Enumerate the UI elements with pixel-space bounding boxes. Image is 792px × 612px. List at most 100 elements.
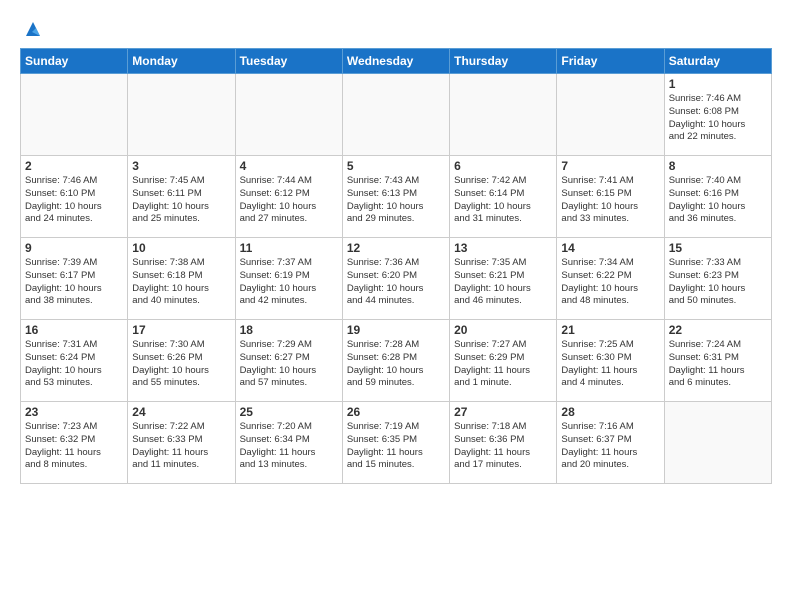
day-info: Sunrise: 7:30 AM Sunset: 6:26 PM Dayligh… bbox=[132, 339, 230, 390]
calendar-cell: 12 Sunrise: 7:36 AM Sunset: 6:20 PM Dayli… bbox=[342, 238, 449, 320]
day-info: Sunrise: 7:27 AM Sunset: 6:29 PM Dayligh… bbox=[454, 339, 552, 390]
calendar-cell bbox=[235, 74, 342, 156]
calendar-cell: 13 Sunrise: 7:35 AM Sunset: 6:21 PM Dayli… bbox=[450, 238, 557, 320]
logo-icon bbox=[22, 18, 44, 40]
calendar-cell: 9 Sunrise: 7:39 AM Sunset: 6:17 PM Daylig… bbox=[21, 238, 128, 320]
day-number: 4 bbox=[240, 159, 338, 173]
weekday-header-row: SundayMondayTuesdayWednesdayThursdayFrid… bbox=[21, 49, 772, 74]
calendar-cell: 10 Sunrise: 7:38 AM Sunset: 6:18 PM Dayli… bbox=[128, 238, 235, 320]
calendar-cell: 3 Sunrise: 7:45 AM Sunset: 6:11 PM Daylig… bbox=[128, 156, 235, 238]
weekday-tuesday: Tuesday bbox=[235, 49, 342, 74]
day-number: 19 bbox=[347, 323, 445, 337]
calendar-cell: 18Sunrise: 7:29 AM Sunset: 6:27 PM Dayli… bbox=[235, 320, 342, 402]
day-info: Sunrise: 7:23 AM Sunset: 6:32 PM Dayligh… bbox=[25, 421, 123, 472]
calendar-cell bbox=[557, 74, 664, 156]
weekday-monday: Monday bbox=[128, 49, 235, 74]
day-number: 18 bbox=[240, 323, 338, 337]
day-number: 22 bbox=[669, 323, 767, 337]
calendar-cell: 25 Sunrise: 7:20 AM Sunset: 6:34 PM Dayli… bbox=[235, 402, 342, 484]
day-info: Sunrise: 7:46 AM Sunset: 6:08 PM Dayligh… bbox=[669, 93, 767, 144]
day-info: Sunrise: 7:43 AM Sunset: 6:13 PM Dayligh… bbox=[347, 175, 445, 226]
day-number: 5 bbox=[347, 159, 445, 173]
day-info: Sunrise: 7:20 AM Sunset: 6:34 PM Dayligh… bbox=[240, 421, 338, 472]
calendar-cell: 23 Sunrise: 7:23 AM Sunset: 6:32 PM Dayli… bbox=[21, 402, 128, 484]
calendar-cell: 7 Sunrise: 7:41 AM Sunset: 6:15 PM Daylig… bbox=[557, 156, 664, 238]
day-number: 23 bbox=[25, 405, 123, 419]
day-info: Sunrise: 7:46 AM Sunset: 6:10 PM Dayligh… bbox=[25, 175, 123, 226]
day-number: 26 bbox=[347, 405, 445, 419]
day-info: Sunrise: 7:33 AM Sunset: 6:23 PM Dayligh… bbox=[669, 257, 767, 308]
calendar-cell bbox=[450, 74, 557, 156]
day-number: 10 bbox=[132, 241, 230, 255]
day-number: 11 bbox=[240, 241, 338, 255]
calendar-cell: 26 Sunrise: 7:19 AM Sunset: 6:35 PM Dayli… bbox=[342, 402, 449, 484]
day-number: 13 bbox=[454, 241, 552, 255]
calendar-cell: 20 Sunrise: 7:27 AM Sunset: 6:29 PM Dayli… bbox=[450, 320, 557, 402]
day-info: Sunrise: 7:22 AM Sunset: 6:33 PM Dayligh… bbox=[132, 421, 230, 472]
day-info: Sunrise: 7:34 AM Sunset: 6:22 PM Dayligh… bbox=[561, 257, 659, 308]
calendar-cell bbox=[128, 74, 235, 156]
day-info: Sunrise: 7:35 AM Sunset: 6:21 PM Dayligh… bbox=[454, 257, 552, 308]
day-info: Sunrise: 7:24 AM Sunset: 6:31 PM Dayligh… bbox=[669, 339, 767, 390]
day-info: Sunrise: 7:45 AM Sunset: 6:11 PM Dayligh… bbox=[132, 175, 230, 226]
weekday-thursday: Thursday bbox=[450, 49, 557, 74]
weekday-saturday: Saturday bbox=[664, 49, 771, 74]
calendar-week-4: 16 Sunrise: 7:31 AM Sunset: 6:24 PM Dayli… bbox=[21, 320, 772, 402]
day-number: 24 bbox=[132, 405, 230, 419]
day-info: Sunrise: 7:25 AM Sunset: 6:30 PM Dayligh… bbox=[561, 339, 659, 390]
day-info: Sunrise: 7:18 AM Sunset: 6:36 PM Dayligh… bbox=[454, 421, 552, 472]
day-number: 12 bbox=[347, 241, 445, 255]
calendar-cell bbox=[342, 74, 449, 156]
day-info: Sunrise: 7:38 AM Sunset: 6:18 PM Dayligh… bbox=[132, 257, 230, 308]
calendar-cell: 14Sunrise: 7:34 AM Sunset: 6:22 PM Dayli… bbox=[557, 238, 664, 320]
day-info: Sunrise: 7:28 AM Sunset: 6:28 PM Dayligh… bbox=[347, 339, 445, 390]
calendar-cell: 27Sunrise: 7:18 AM Sunset: 6:36 PM Dayli… bbox=[450, 402, 557, 484]
day-number: 20 bbox=[454, 323, 552, 337]
day-info: Sunrise: 7:19 AM Sunset: 6:35 PM Dayligh… bbox=[347, 421, 445, 472]
day-number: 28 bbox=[561, 405, 659, 419]
day-number: 21 bbox=[561, 323, 659, 337]
weekday-friday: Friday bbox=[557, 49, 664, 74]
page: SundayMondayTuesdayWednesdayThursdayFrid… bbox=[0, 0, 792, 612]
day-info: Sunrise: 7:40 AM Sunset: 6:16 PM Dayligh… bbox=[669, 175, 767, 226]
day-number: 25 bbox=[240, 405, 338, 419]
calendar-cell: 2 Sunrise: 7:46 AM Sunset: 6:10 PM Daylig… bbox=[21, 156, 128, 238]
calendar-cell: 17 Sunrise: 7:30 AM Sunset: 6:26 PM Dayli… bbox=[128, 320, 235, 402]
day-info: Sunrise: 7:36 AM Sunset: 6:20 PM Dayligh… bbox=[347, 257, 445, 308]
calendar-cell: 19 Sunrise: 7:28 AM Sunset: 6:28 PM Dayli… bbox=[342, 320, 449, 402]
day-number: 1 bbox=[669, 77, 767, 91]
calendar-cell bbox=[664, 402, 771, 484]
calendar-cell: 4 Sunrise: 7:44 AM Sunset: 6:12 PM Daylig… bbox=[235, 156, 342, 238]
day-number: 3 bbox=[132, 159, 230, 173]
weekday-wednesday: Wednesday bbox=[342, 49, 449, 74]
calendar-cell: 28 Sunrise: 7:16 AM Sunset: 6:37 PM Dayli… bbox=[557, 402, 664, 484]
day-info: Sunrise: 7:44 AM Sunset: 6:12 PM Dayligh… bbox=[240, 175, 338, 226]
day-number: 6 bbox=[454, 159, 552, 173]
calendar-cell: 1 Sunrise: 7:46 AM Sunset: 6:08 PM Daylig… bbox=[664, 74, 771, 156]
calendar-cell: 5 Sunrise: 7:43 AM Sunset: 6:13 PM Daylig… bbox=[342, 156, 449, 238]
calendar-cell: 22 Sunrise: 7:24 AM Sunset: 6:31 PM Dayli… bbox=[664, 320, 771, 402]
logo bbox=[20, 18, 44, 40]
calendar-cell: 15 Sunrise: 7:33 AM Sunset: 6:23 PM Dayli… bbox=[664, 238, 771, 320]
calendar-week-2: 2 Sunrise: 7:46 AM Sunset: 6:10 PM Daylig… bbox=[21, 156, 772, 238]
day-info: Sunrise: 7:41 AM Sunset: 6:15 PM Dayligh… bbox=[561, 175, 659, 226]
day-number: 9 bbox=[25, 241, 123, 255]
day-number: 16 bbox=[25, 323, 123, 337]
header bbox=[20, 18, 772, 40]
calendar-cell: 11 Sunrise: 7:37 AM Sunset: 6:19 PM Dayli… bbox=[235, 238, 342, 320]
calendar-week-1: 1 Sunrise: 7:46 AM Sunset: 6:08 PM Daylig… bbox=[21, 74, 772, 156]
calendar-week-5: 23 Sunrise: 7:23 AM Sunset: 6:32 PM Dayli… bbox=[21, 402, 772, 484]
day-info: Sunrise: 7:16 AM Sunset: 6:37 PM Dayligh… bbox=[561, 421, 659, 472]
day-info: Sunrise: 7:42 AM Sunset: 6:14 PM Dayligh… bbox=[454, 175, 552, 226]
day-number: 2 bbox=[25, 159, 123, 173]
calendar-cell bbox=[21, 74, 128, 156]
day-number: 17 bbox=[132, 323, 230, 337]
day-info: Sunrise: 7:37 AM Sunset: 6:19 PM Dayligh… bbox=[240, 257, 338, 308]
weekday-sunday: Sunday bbox=[21, 49, 128, 74]
day-info: Sunrise: 7:31 AM Sunset: 6:24 PM Dayligh… bbox=[25, 339, 123, 390]
day-info: Sunrise: 7:39 AM Sunset: 6:17 PM Dayligh… bbox=[25, 257, 123, 308]
day-number: 15 bbox=[669, 241, 767, 255]
day-number: 7 bbox=[561, 159, 659, 173]
calendar-cell: 6 Sunrise: 7:42 AM Sunset: 6:14 PM Daylig… bbox=[450, 156, 557, 238]
calendar-cell: 8Sunrise: 7:40 AM Sunset: 6:16 PM Daylig… bbox=[664, 156, 771, 238]
